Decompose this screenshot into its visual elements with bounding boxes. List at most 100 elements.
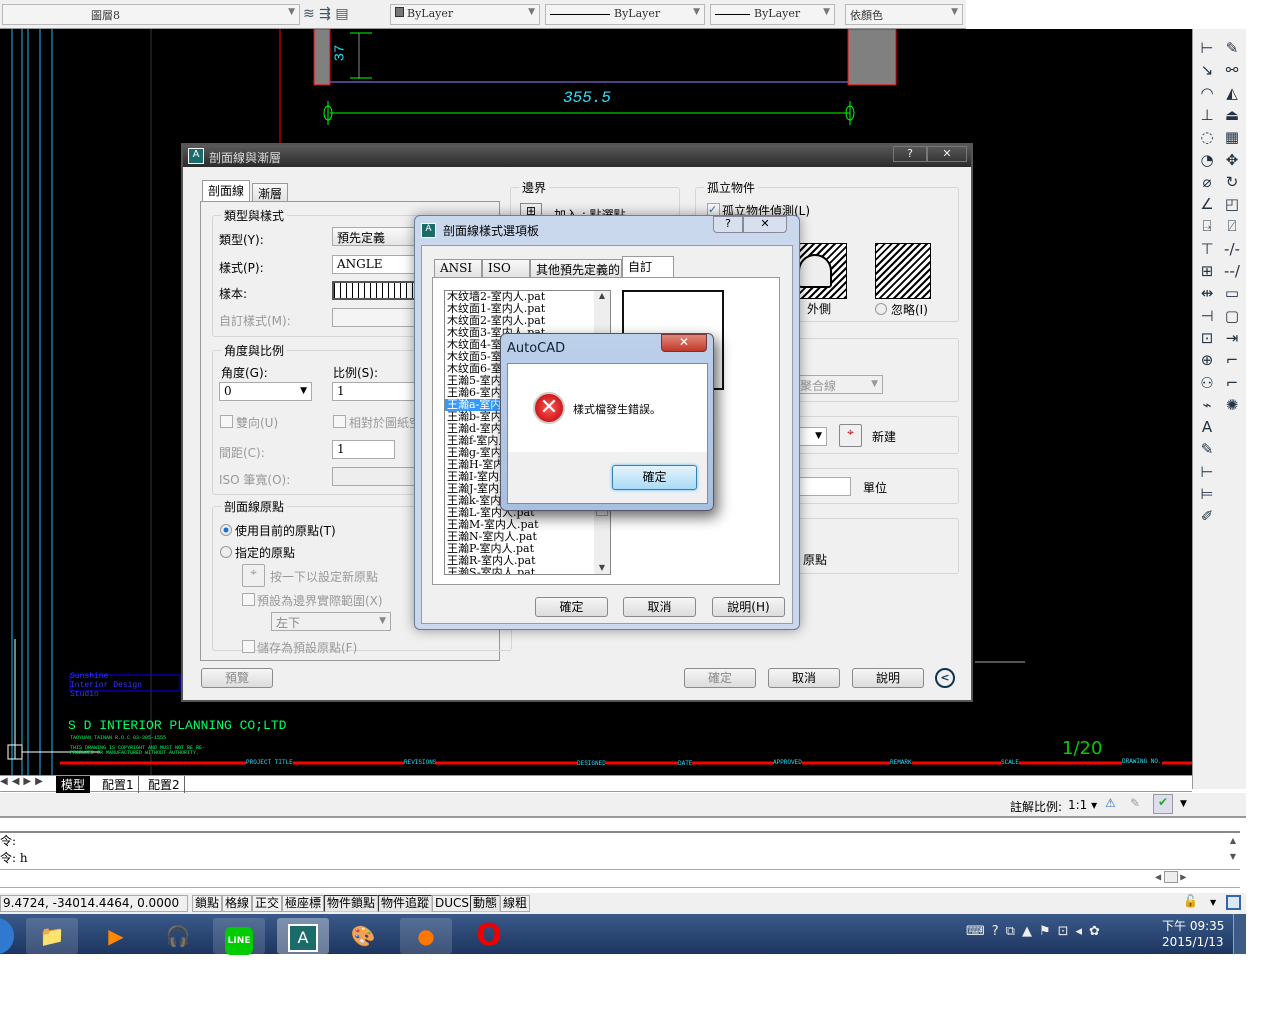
ok-button[interactable]: 確定 (535, 597, 608, 617)
baseline-icon[interactable]: ⊤ (1196, 238, 1218, 260)
layer-dropdown[interactable]: 圖層8 ▼ (2, 4, 300, 25)
tab-gradient[interactable]: 漸層 (252, 183, 289, 201)
stretch-icon[interactable]: ⍁ (1221, 215, 1243, 237)
clean-screen-icon[interactable] (1226, 895, 1241, 910)
break-icon[interactable]: ▭ (1221, 282, 1243, 304)
new-boundary-set-button[interactable]: ⌖ (839, 424, 862, 447)
command-scrollbar[interactable]: ▲ ▼ (1226, 833, 1240, 870)
linetype-dropdown[interactable]: ByLayer ▼ (545, 4, 705, 25)
ok-button[interactable]: 確定 (684, 668, 756, 688)
mirror-icon[interactable]: ◭ (1221, 82, 1243, 104)
set-origin-button[interactable]: ⌖ (242, 564, 265, 587)
taskbar-opera[interactable]: O (463, 918, 515, 954)
array-icon[interactable]: ▦ (1221, 126, 1243, 148)
scroll-up-icon[interactable]: ▲ (594, 291, 610, 300)
style-icon[interactable]: ⊨ (1196, 483, 1218, 505)
cancel-button[interactable]: 取消 (623, 597, 696, 617)
close-button[interactable]: ✕ (743, 216, 787, 233)
spacing-input[interactable]: 1 (332, 440, 395, 459)
angle-dropdown[interactable]: 0 ▼ (219, 382, 312, 401)
taskbar-autocad[interactable]: A (277, 918, 329, 954)
custom-pattern-dropdown[interactable] (332, 308, 422, 327)
show-desktop-button[interactable] (1233, 914, 1246, 954)
lineweight-dropdown[interactable]: ByLayer ▼ (710, 4, 835, 25)
clock-date[interactable]: 2015/1/13 (1162, 935, 1224, 949)
break-line-icon[interactable]: ⊣ (1196, 305, 1218, 327)
tab-layout2[interactable]: 配置2 (144, 776, 185, 793)
store-default-checkbox[interactable] (242, 640, 255, 653)
taskbar-audio-app[interactable]: 🎧 (152, 918, 204, 954)
explode-icon[interactable]: ✺ (1221, 394, 1243, 416)
status-toggle-1[interactable]: 格線 (222, 895, 253, 912)
box-icon[interactable]: ▢ (1221, 305, 1243, 327)
tab-hatch[interactable]: 剖面線 (202, 180, 251, 201)
annotation-scale-dropdown[interactable]: 1:1 ▾ (1068, 798, 1097, 812)
radius-icon[interactable]: ◔ (1196, 149, 1218, 171)
double-checkbox[interactable] (220, 415, 233, 428)
update-icon[interactable]: ⊢ (1196, 461, 1218, 483)
annotation-visibility-icon[interactable]: ⚠ (1105, 796, 1116, 810)
collapse-options-icon[interactable]: < (935, 668, 955, 688)
toolbar-lock-icon[interactable]: 🔓 (1183, 894, 1198, 908)
command-input[interactable]: ◀ ▶ (0, 870, 1240, 888)
jogged-icon[interactable]: ⌁ (1196, 394, 1218, 416)
ordinate-icon[interactable]: ⊥ (1196, 104, 1218, 126)
status-toggle-0[interactable]: 鎖點 (192, 895, 223, 912)
move-icon[interactable]: ✥ (1221, 149, 1243, 171)
iso-pen-width-dropdown[interactable] (332, 467, 422, 486)
pattern-list-item[interactable]: 王瀚S-室内人.pat (445, 567, 610, 575)
workspace-icon[interactable]: ✔ (1153, 794, 1173, 814)
taskbar-explorer[interactable]: 📁 (26, 918, 78, 954)
tab-ansi[interactable]: ANSI (434, 259, 482, 277)
pencil-icon[interactable]: ✎ (1221, 37, 1243, 59)
system-tray-icons[interactable]: ⌨?⧉▲⚑⊡◂✿ (966, 924, 1107, 939)
taskbar-firefox[interactable]: ● (400, 918, 452, 954)
angular-icon[interactable]: ∠ (1196, 193, 1218, 215)
help-button[interactable]: 說明 (852, 668, 924, 688)
close-button[interactable]: ✕ (661, 334, 707, 352)
chamfer-icon[interactable]: ⌐ (1221, 349, 1243, 371)
clock-time[interactable]: 下午 09:35 (1162, 917, 1224, 934)
link-icon[interactable]: ⚯ (1221, 59, 1243, 81)
default-extents-checkbox[interactable] (242, 593, 255, 606)
close-button[interactable]: ✕ (927, 146, 967, 162)
taskbar-media-player[interactable]: ▶ (90, 918, 142, 954)
scroll-down-icon[interactable]: ▼ (594, 563, 610, 572)
start-button[interactable] (0, 918, 14, 954)
tolerance-icon[interactable]: ⊡ (1196, 327, 1218, 349)
extents-position-dropdown[interactable]: 左下 ▼ (271, 612, 391, 631)
extend-icon[interactable]: --/ (1221, 260, 1243, 282)
status-toggle-4[interactable]: 物件鎖點 (324, 895, 379, 912)
help-button[interactable]: ? (713, 216, 743, 233)
object-type-dropdown[interactable]: 聚合線 ▼ (795, 375, 883, 394)
cancel-button[interactable]: 取消 (768, 668, 840, 688)
scale-icon[interactable]: ◰ (1221, 193, 1243, 215)
taskbar-paint[interactable]: 🎨 (337, 918, 389, 954)
tab-model[interactable]: 模型 (56, 776, 91, 793)
help-button[interactable]: 說明(H) (712, 597, 785, 617)
ignore-radio[interactable] (875, 303, 887, 315)
auto-scale-icon[interactable]: ✎ (1130, 796, 1140, 810)
tab-other-predefined[interactable]: 其他預先定義的 (530, 259, 622, 277)
status-toggle-7[interactable]: 動態 (470, 895, 501, 912)
status-toggle-6[interactable]: DUCS (432, 895, 473, 912)
space-icon[interactable]: ⇹ (1196, 282, 1218, 304)
help-button[interactable]: ? (893, 146, 927, 162)
join-icon[interactable]: ⇥ (1221, 327, 1243, 349)
swatch-preview[interactable] (332, 281, 422, 300)
diameter-icon[interactable]: ⌀ (1196, 171, 1218, 193)
dim-style-icon[interactable]: ✐ (1196, 505, 1218, 527)
continue-icon[interactable]: ⊞ (1196, 260, 1218, 282)
leader-icon[interactable]: ↘ (1196, 59, 1218, 81)
status-toggle-3[interactable]: 極座標 (282, 895, 325, 912)
plotstyle-dropdown[interactable]: 依顏色 ▼ (845, 4, 963, 25)
fillet-icon[interactable]: ⌐ (1221, 372, 1243, 394)
specified-origin-radio[interactable] (220, 546, 232, 558)
tab-layout1[interactable]: 配置1 (98, 776, 139, 793)
text-icon[interactable]: A (1196, 416, 1218, 438)
status-toggle-5[interactable]: 物件追蹤 (378, 895, 433, 912)
tab-custom[interactable]: 自訂 (622, 256, 674, 277)
dimension-icon[interactable]: ⊢ (1196, 37, 1218, 59)
ok-button[interactable]: 確定 (612, 465, 697, 490)
offset-icon[interactable]: ⏏ (1221, 104, 1243, 126)
